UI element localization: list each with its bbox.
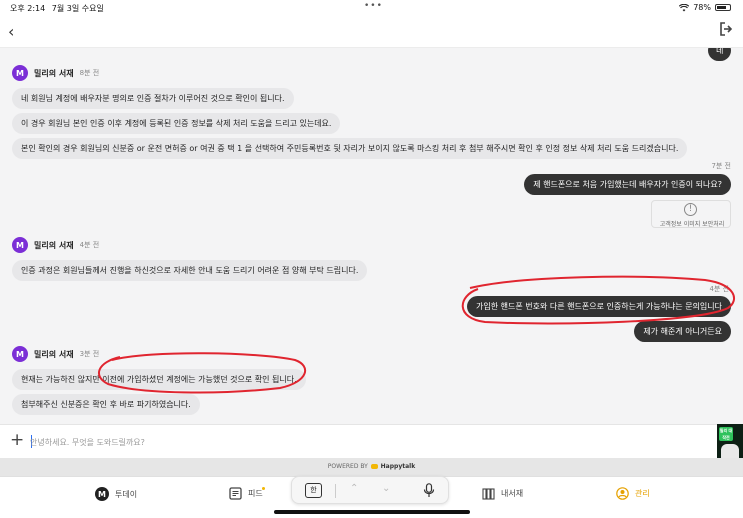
profile-icon: [616, 487, 629, 500]
sender-time: 3분 전: [79, 350, 100, 358]
user-message: 제 핸드폰으로 처음 가입했는데 배우자가 인증이 되나요?: [524, 174, 731, 195]
divider: [335, 484, 336, 498]
exit-icon[interactable]: [719, 22, 733, 36]
battery-icon: [715, 4, 731, 11]
sender-name: 밀리의 서재: [34, 68, 74, 78]
wifi-icon: [679, 3, 690, 11]
tab-label: 투데이: [115, 489, 138, 499]
status-date: 7월 3일 수요일: [51, 4, 104, 13]
status-time: 오후 2:14: [10, 4, 46, 13]
agent-message: 네 회원님 계정에 배우자분 명의로 인증 절차가 이루어진 것으로 확인이 됩…: [12, 88, 294, 109]
message-time: 4분 전: [709, 285, 729, 293]
partial-message-bubble: 네: [708, 48, 732, 61]
sender-header: M 밀리의 서재 8분 전: [12, 65, 99, 81]
language-switch-button[interactable]: 한: [305, 483, 322, 498]
tab-feed[interactable]: 피드: [229, 487, 263, 500]
millie-logo-icon: M: [12, 346, 28, 362]
secure-notice-text: 고객정보 이미지 보안처리: [659, 221, 725, 228]
chevron-down-icon[interactable]: ⌄: [382, 483, 390, 494]
user-message: 가입한 핸드폰 번호와 다른 핸드폰으로 인증하는게 가능하냐는 문의입니다: [467, 296, 731, 317]
sender-header: M 밀리의 서재 3분 전: [12, 346, 99, 362]
chevron-left-icon[interactable]: ‹: [8, 22, 14, 41]
chat-area[interactable]: 네 M 밀리의 서재 8분 전 네 회원님 계정에 배우자분 명의로 인증 절차…: [0, 48, 743, 424]
sender-time: 8분 전: [79, 69, 100, 77]
happytalk-logo-icon: [370, 464, 378, 469]
sender-name: 밀리의 서재: [34, 349, 74, 359]
tab-label: 내서재: [501, 489, 524, 498]
powered-brand: Happytalk: [380, 463, 416, 470]
message-input[interactable]: [30, 432, 590, 452]
nav-bar: ‹: [0, 14, 743, 48]
sender-header: M 밀리의 서재 4분 전: [12, 237, 99, 253]
agent-message: 첨부해주신 신분증은 확인 후 바로 파기하였습니다.: [12, 394, 200, 415]
agent-message: 인증 과정은 회원님들께서 진행을 하신것으로 자세한 안내 도움 드리기 어려…: [12, 260, 368, 281]
powered-by-footer: POWERED BY Happytalk: [0, 458, 743, 476]
feed-icon: [229, 487, 242, 500]
millie-logo-icon: M: [12, 65, 28, 81]
home-indicator[interactable]: [274, 510, 470, 514]
chevron-up-icon[interactable]: ⌃: [350, 483, 358, 494]
agent-message: 이 경우 회원님 본인 인증 이후 계정에 등록된 인증 정보를 삭제 처리 도…: [12, 113, 341, 134]
multitasking-dots-icon[interactable]: •••: [364, 1, 383, 11]
message-time: 7분 전: [711, 162, 731, 170]
new-badge-dot: [262, 487, 265, 490]
tab-library[interactable]: 내서재: [482, 487, 523, 500]
millie-logo-icon: M: [12, 237, 28, 253]
keyboard-toolbar: 한 ⌃ ⌄: [291, 476, 449, 504]
powered-prefix: POWERED BY: [327, 463, 368, 470]
tab-label: 피드: [248, 489, 263, 498]
status-bar: 오후 2:14 7월 3일 수요일 ••• 78%: [0, 0, 743, 14]
sender-name: 밀리의 서재: [34, 240, 74, 250]
battery-percent: 78%: [693, 3, 711, 12]
promo-label: 밀리 대작전: [719, 427, 733, 441]
exclamation-circle-icon: !: [684, 203, 697, 216]
mic-icon[interactable]: [423, 483, 435, 498]
agent-message: 현재는 가능하진 않지만 이전에 가입하셨던 계정에는 가능했던 것으로 확인 …: [12, 369, 306, 390]
secure-notice: ! 고객정보 이미지 보안처리: [651, 200, 731, 228]
add-attachment-button[interactable]: +: [10, 430, 24, 450]
sender-time: 4분 전: [79, 241, 100, 249]
library-icon: [482, 488, 495, 500]
user-message: 제가 해준게 아니거든요: [634, 321, 731, 342]
tab-today[interactable]: M 투데이: [95, 487, 137, 501]
message-input-bar: +: [0, 424, 743, 458]
tab-label: 관리: [635, 489, 650, 498]
agent-message: 본인 확인의 경우 회원님의 신분증 or 운전 면허증 or 여권 중 택 1…: [12, 138, 688, 159]
tab-manage[interactable]: 관리: [616, 487, 650, 500]
today-logo-icon: M: [95, 487, 109, 501]
